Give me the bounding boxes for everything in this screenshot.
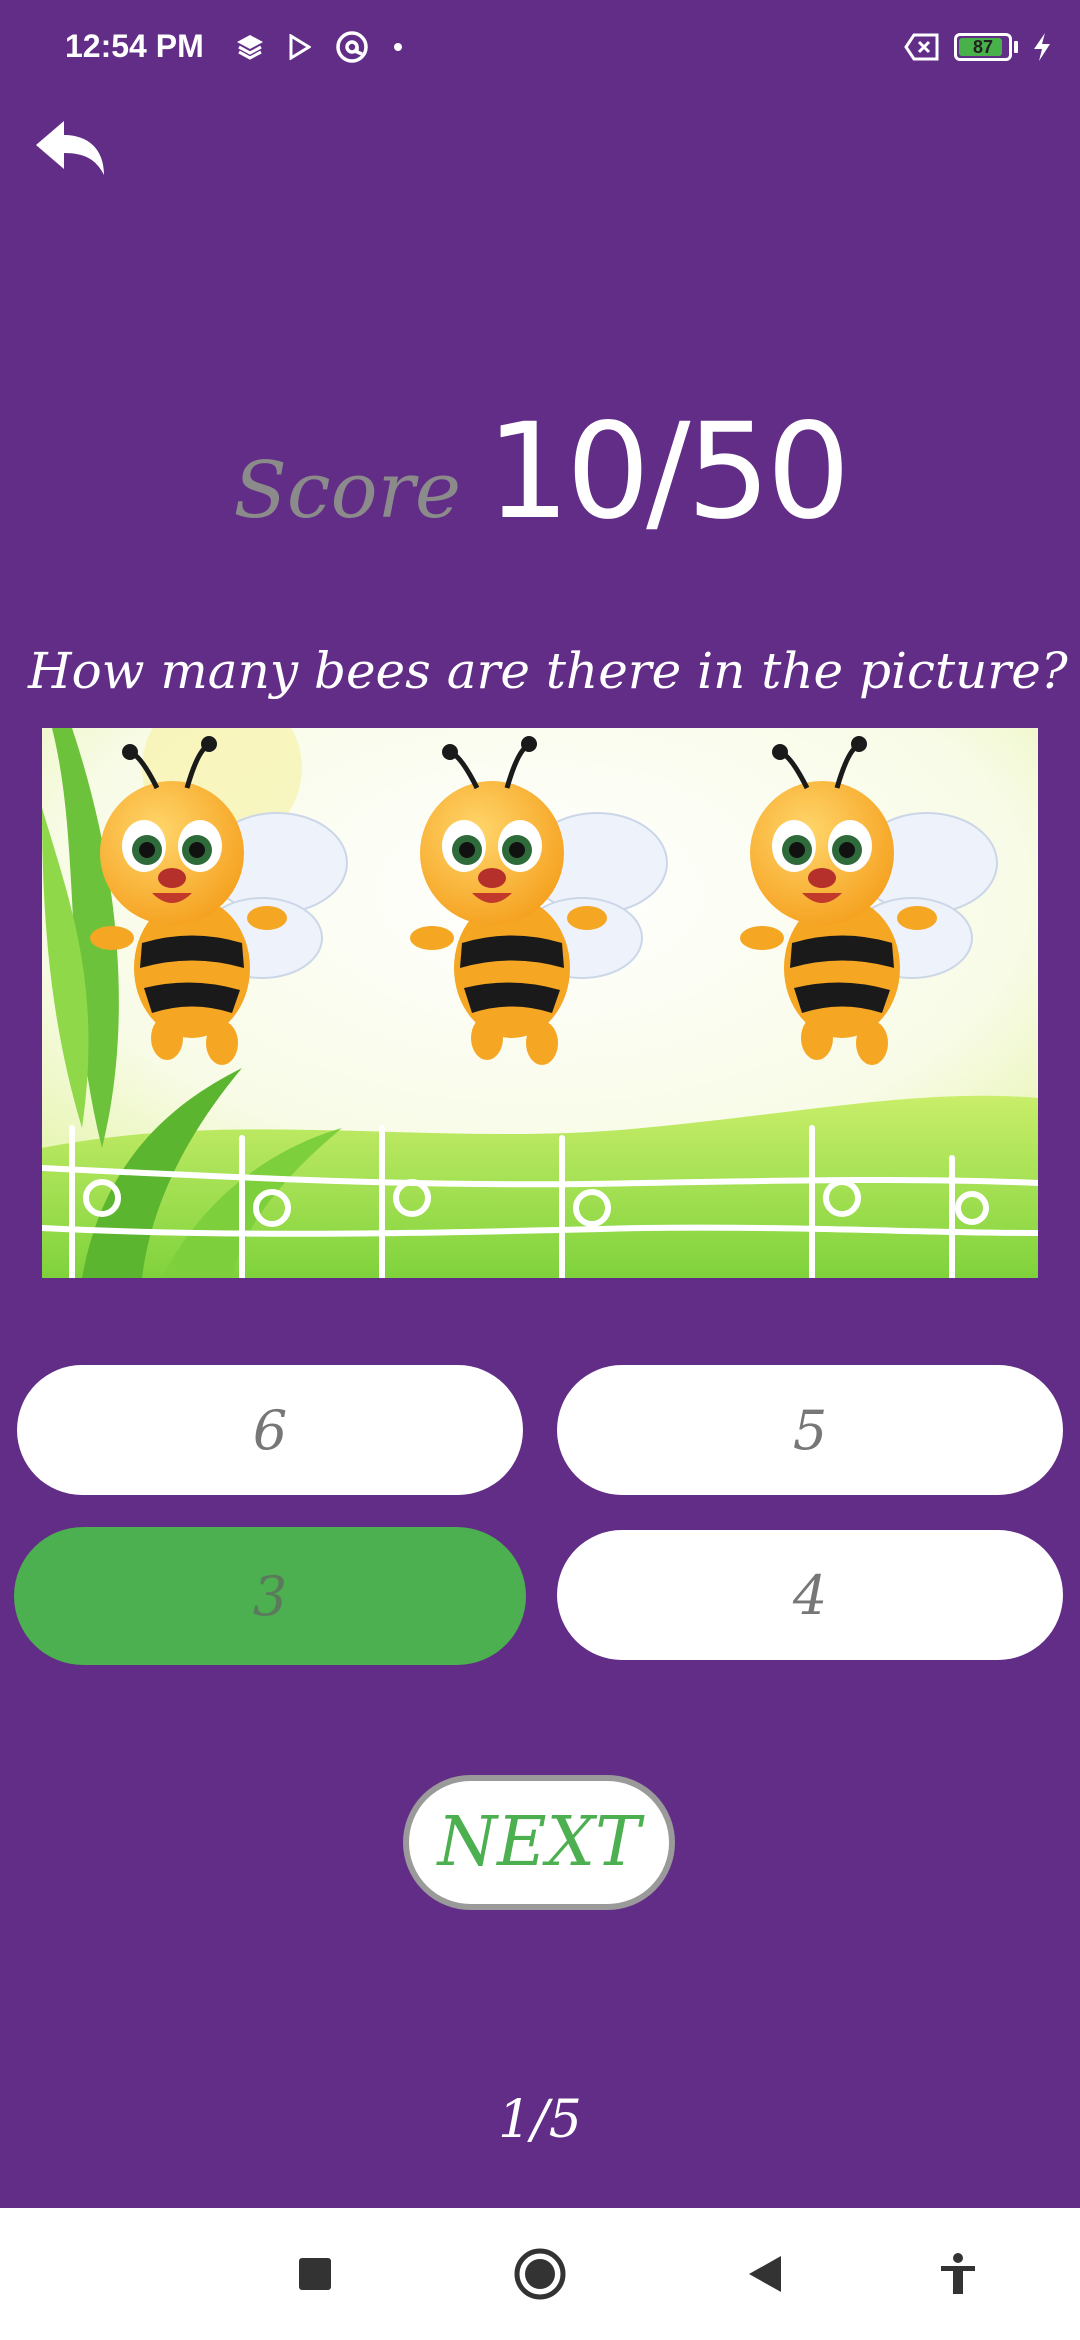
charging-bolt-icon xyxy=(1034,33,1050,61)
score-display: Score 10/50 xyxy=(0,395,1080,549)
dot-icon xyxy=(394,43,402,51)
at-sign-icon xyxy=(336,31,368,63)
recents-square-icon xyxy=(299,2258,331,2290)
home-button[interactable] xyxy=(510,2208,570,2340)
question-progress: 1/5 xyxy=(498,2090,582,2150)
answer-option-1[interactable]: 6 xyxy=(17,1365,523,1495)
answer-option-4[interactable]: 4 xyxy=(557,1530,1063,1660)
no-sim-icon xyxy=(904,33,939,61)
status-bar: 12:54 PM 87 xyxy=(0,0,1080,100)
next-button[interactable]: NEXT xyxy=(403,1775,675,1910)
status-icons-right: 87 xyxy=(904,32,1052,62)
answer-option-3-correct[interactable]: 3 xyxy=(14,1527,526,1665)
status-time: 12:54 PM xyxy=(65,28,204,64)
back-triangle-icon xyxy=(749,2256,781,2292)
nav-back-button[interactable] xyxy=(735,2208,795,2340)
score-label: Score xyxy=(233,446,462,536)
accessibility-icon xyxy=(941,2253,975,2294)
battery-icon: 87 xyxy=(954,33,1018,61)
battery-cap xyxy=(1014,41,1018,53)
status-icons-left xyxy=(235,30,403,64)
answer-option-2[interactable]: 5 xyxy=(557,1365,1063,1495)
question-picture xyxy=(42,728,1038,1278)
navigation-bar xyxy=(0,2208,1080,2340)
accessibility-button[interactable] xyxy=(928,2208,988,2340)
home-circle-icon xyxy=(514,2248,566,2300)
score-value: 10/50 xyxy=(486,395,850,549)
battery-level: 87 xyxy=(972,36,994,57)
play-store-icon xyxy=(289,34,311,60)
bees-illustration xyxy=(42,728,1038,1278)
battery-body: 87 xyxy=(954,33,1012,61)
layers-icon xyxy=(237,35,263,60)
back-button[interactable] xyxy=(30,115,110,185)
recents-button[interactable] xyxy=(285,2208,345,2340)
question-text: How many bees are there in the picture? xyxy=(28,642,1068,700)
back-arrow-icon xyxy=(36,121,104,175)
